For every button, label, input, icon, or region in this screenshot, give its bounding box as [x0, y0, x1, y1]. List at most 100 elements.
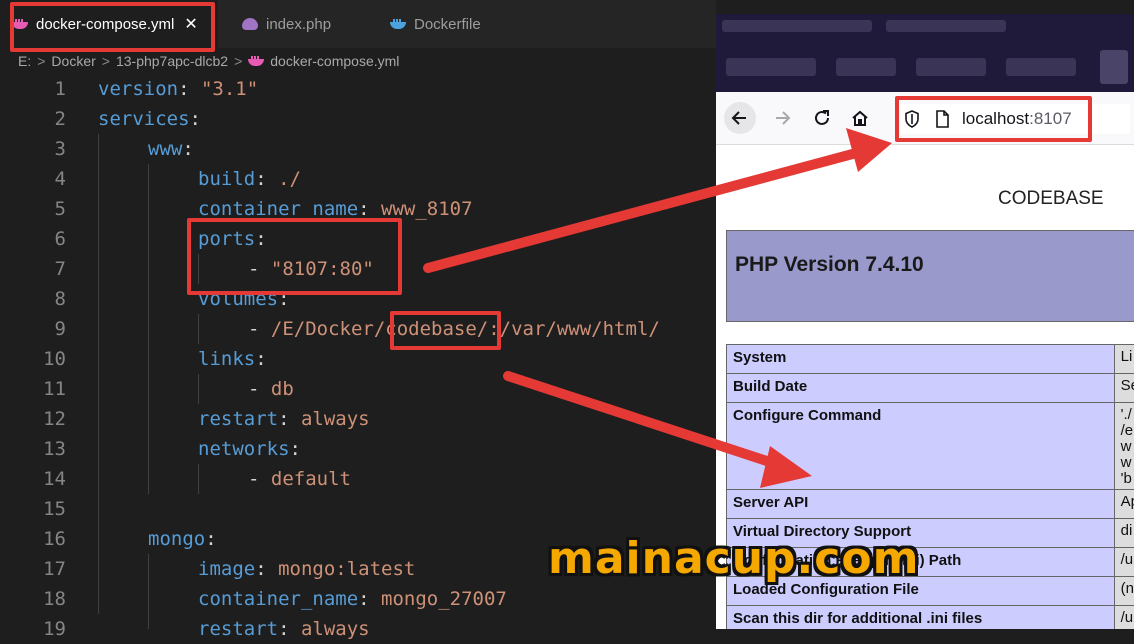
highlight-box-tab [10, 2, 215, 52]
code-text: links: [198, 348, 267, 370]
yaml-key: www [148, 138, 182, 160]
code-line[interactable]: 3www: [0, 134, 716, 164]
code-text: container_name: mongo_27007 [198, 588, 507, 610]
table-row: Build DateSe [727, 374, 1134, 403]
table-row: Server APIAp [727, 490, 1134, 519]
code-text: services: [98, 108, 201, 130]
code-text: mongo: [148, 528, 217, 550]
reload-button[interactable] [806, 102, 838, 134]
table-cell-label: Build Date [727, 374, 1115, 403]
code-text: - default [248, 468, 351, 490]
code-line[interactable]: 12restart: always [0, 404, 716, 434]
table-row: SystemLi [727, 345, 1134, 374]
table-row: Scan this dir for additional .ini files/… [727, 606, 1134, 630]
blurred-tab [1006, 58, 1076, 76]
yaml-key: build [198, 168, 255, 190]
yaml-key: container_name [198, 588, 358, 610]
page-title: CODEBASE [998, 188, 1104, 210]
line-number: 10 [0, 348, 66, 370]
blurred-tab [836, 58, 896, 76]
code-line[interactable]: 14 - default [0, 464, 716, 494]
line-number: 11 [0, 378, 66, 400]
back-arrow-icon [730, 108, 750, 128]
breadcrumb-item[interactable]: Docker [51, 53, 95, 69]
yaml-value: www_8107 [381, 198, 473, 220]
yaml-key: restart [198, 618, 278, 640]
code-line[interactable]: 1 version: "3.1" [0, 74, 716, 104]
code-line[interactable]: 2 services: [0, 104, 716, 134]
line-number: 1 [0, 78, 66, 100]
code-line[interactable]: 9- /E/Docker/codebase/:/var/www/html/ [0, 314, 716, 344]
line-number: 4 [0, 168, 66, 190]
table-cell-value: (n [1114, 577, 1134, 606]
breadcrumb-item[interactable]: 13-php7apc-dlcb2 [116, 53, 228, 69]
line-number: 15 [0, 498, 66, 520]
blurred-tab [726, 58, 816, 76]
yaml-punct: - [248, 378, 271, 400]
blurred-tab [916, 58, 986, 76]
yaml-value: mongo:latest [278, 558, 415, 580]
code-text: version: "3.1" [98, 78, 258, 100]
home-icon [850, 108, 870, 128]
blurred-menu [886, 20, 1006, 32]
line-number: 2 [0, 108, 66, 130]
yaml-punct: : [190, 108, 201, 130]
code-line[interactable]: 19restart: always [0, 614, 716, 644]
yaml-value: mongo_27007 [381, 588, 507, 610]
line-number: 16 [0, 528, 66, 550]
tab-index-php[interactable]: index.php [232, 0, 372, 48]
table-row: Configure Command'./ /e w w 'b [727, 403, 1134, 490]
yaml-punct: : [178, 78, 201, 100]
yaml-punct: : [205, 528, 216, 550]
yaml-value: always [301, 618, 370, 640]
code-text: networks: [198, 438, 301, 460]
code-text: restart: always [198, 618, 370, 640]
line-number: 13 [0, 438, 66, 460]
table-cell-value: Se [1114, 374, 1134, 403]
home-button[interactable] [844, 102, 876, 134]
yaml-key: image [198, 558, 255, 580]
forward-button[interactable] [766, 102, 798, 134]
table-cell-value: /u [1114, 548, 1134, 577]
line-number: 17 [0, 558, 66, 580]
line-number: 8 [0, 288, 66, 310]
code-line[interactable]: 13 networks: [0, 434, 716, 464]
yaml-key: restart [198, 408, 278, 430]
forward-arrow-icon [772, 108, 792, 128]
yaml-punct: : [255, 348, 266, 370]
code-line[interactable]: 18container_name: mongo_27007 [0, 584, 716, 614]
tab-dockerfile[interactable]: Dockerfile [380, 0, 530, 48]
yaml-punct: - [248, 318, 271, 340]
code-line[interactable]: 11 - db [0, 374, 716, 404]
code-line[interactable]: 10 links: [0, 344, 716, 374]
code-line[interactable]: 15 [0, 494, 716, 524]
yaml-key: links [198, 348, 255, 370]
code-text: image: mongo:latest [198, 558, 415, 580]
line-number: 7 [0, 258, 66, 280]
table-cell-label: System [727, 345, 1115, 374]
table-cell-value: Li [1114, 345, 1134, 374]
breadcrumb-file[interactable]: docker-compose.yml [270, 53, 399, 69]
breadcrumb-item[interactable]: E: [18, 53, 31, 69]
yaml-value: db [271, 378, 294, 400]
reload-icon [812, 108, 832, 128]
blurred-menu [722, 20, 872, 32]
tab-label: index.php [266, 16, 331, 33]
back-button[interactable] [724, 102, 756, 134]
yaml-key: services [98, 108, 190, 130]
yaml-punct: : [278, 408, 301, 430]
yaml-punct: : [255, 558, 278, 580]
highlight-box-ports [187, 218, 402, 295]
yaml-punct: : [358, 588, 381, 610]
table-cell-label: Server API [727, 490, 1115, 519]
yaml-value: ./ [278, 168, 301, 190]
code-line[interactable]: 4build: ./ [0, 164, 716, 194]
code-text: restart: always [198, 408, 370, 430]
docker-whale-icon [390, 19, 406, 29]
yaml-key: networks [198, 438, 290, 460]
phpinfo-table: SystemLiBuild DateSeConfigure Command'./… [726, 344, 1134, 629]
browser-tab-strip [716, 14, 1134, 92]
line-number: 14 [0, 468, 66, 490]
highlight-box-url [895, 96, 1092, 142]
blurred-tab [1100, 50, 1128, 84]
